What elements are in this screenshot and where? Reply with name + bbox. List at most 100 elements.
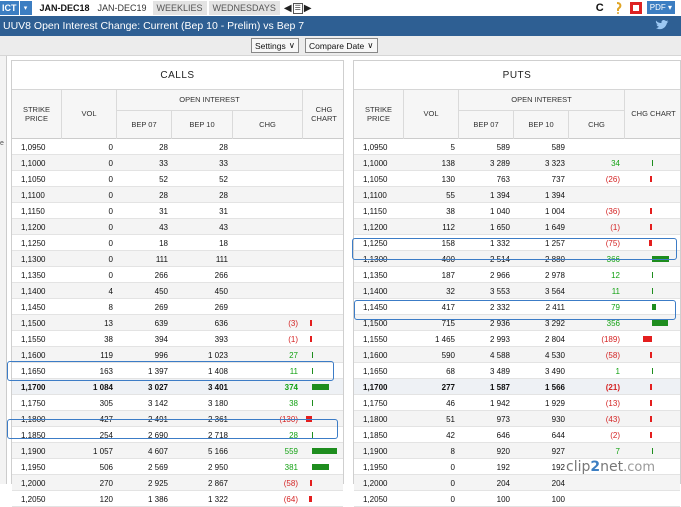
vol-cell: 187 [441, 270, 455, 280]
table-row: 1,2050 0 100 100 [354, 491, 680, 507]
chg-bar-positive [652, 320, 668, 326]
strike-cell: 1,1700 [363, 382, 388, 392]
vol-cell: 38 [446, 206, 455, 216]
table-row: 1,2050 120 1 386 1 322 (64) [12, 491, 343, 507]
bep10-cell: 450 [214, 286, 228, 296]
page-title-bar: UUV8 Open Interest Change: Current (Bep … [0, 16, 681, 36]
menu-icon[interactable]: ☰ [292, 2, 303, 14]
table-row: 1,1800 427 2 491 2 361 (130) [12, 411, 343, 427]
strike-cell: 1,1700 [21, 382, 46, 392]
pdf-button[interactable]: PDF ▾ [646, 1, 675, 14]
twitter-icon[interactable] [655, 19, 669, 34]
vol-header: VOL [403, 90, 458, 139]
bep10-cell: 636 [214, 318, 228, 328]
table-row: 1,1850 254 2 690 2 718 28 [12, 427, 343, 443]
chg-bar-negative [310, 320, 312, 326]
table-row: 1,1100 55 1 394 1 394 [354, 187, 680, 203]
bep07-cell: 1 394 [489, 190, 510, 200]
table-row: 1,1300 0 111 111 [12, 251, 343, 267]
bep10-cell: 3 490 [544, 366, 565, 376]
chg-bar-positive [312, 432, 313, 438]
bep07-cell: 2 569 [147, 462, 168, 472]
strike-cell: 1,1400 [363, 286, 388, 296]
vol-cell: 0 [450, 478, 455, 488]
table-row: 1,1650 163 1 397 1 408 11 [12, 363, 343, 379]
vol-cell: 4 [108, 286, 113, 296]
tab-jan-dec18[interactable]: JAN-DEC18 [36, 3, 94, 13]
tab-weeklies[interactable]: WEEKLIES [152, 1, 207, 15]
open-interest-header: OPEN INTEREST [458, 90, 624, 111]
vol-cell: 0 [450, 494, 455, 504]
bep07-cell: 973 [496, 414, 510, 424]
vol-cell: 38 [104, 334, 113, 344]
product-selector[interactable]: ICT [0, 1, 19, 15]
bep07-cell: 1 650 [489, 222, 510, 232]
table-row: 1,1500 13 639 636 (3) [12, 315, 343, 331]
bep10-cell: 1 408 [207, 366, 228, 376]
bep10-cell: 2 867 [207, 478, 228, 488]
bep10-cell: 3 292 [544, 318, 565, 328]
strike-cell: 1,1650 [363, 366, 388, 376]
vol-cell: 1 057 [92, 446, 113, 456]
strike-cell: 1,1450 [363, 302, 388, 312]
table-row: 1,1100 0 28 28 [12, 187, 343, 203]
vol-cell: 46 [446, 398, 455, 408]
help-icon[interactable] [611, 1, 625, 14]
chg-bar-negative [650, 400, 652, 406]
bep07-cell: 266 [154, 270, 168, 280]
product-dropdown-icon[interactable]: ▾ [19, 1, 32, 15]
tab-jan-dec19[interactable]: JAN-DEC19 [94, 3, 151, 13]
chg-cell [568, 475, 620, 491]
strike-cell: 1,1100 [21, 190, 45, 200]
prev-icon[interactable]: ◀ [284, 3, 292, 14]
vol-cell: 163 [99, 366, 113, 376]
chg-bar-positive [312, 464, 329, 470]
bep07-cell: 2 690 [147, 430, 168, 440]
chg-bar-negative [650, 224, 652, 230]
bep07-cell: 646 [496, 430, 510, 440]
chg-bar-positive [652, 160, 653, 166]
settings-label: Settings [255, 40, 286, 51]
bep10-cell: 3 401 [207, 382, 228, 392]
chg-bar-positive [312, 368, 313, 374]
vol-header: VOL [61, 90, 116, 139]
table-row: 1,1050 0 52 52 [12, 171, 343, 187]
chg-cell [232, 171, 298, 187]
vol-cell: 715 [441, 318, 455, 328]
settings-button[interactable]: Settings ∨ [251, 38, 299, 53]
bep10-cell: 1 394 [544, 190, 565, 200]
compare-date-label: Compare Date [309, 40, 365, 51]
chevron-down-icon: ∨ [367, 40, 374, 50]
chg-bar-negative [650, 208, 652, 214]
table-row: 1,1600 119 996 1 023 27 [12, 347, 343, 363]
bep10-cell: 1 004 [544, 206, 565, 216]
tab-wednesdays[interactable]: WEDNESDAYS [208, 1, 280, 15]
bep07-cell: 450 [154, 286, 168, 296]
strike-cell: 1,1150 [21, 206, 45, 216]
bep10-cell: 33 [219, 158, 228, 168]
chg-cell: 34 [611, 158, 620, 168]
chevron-down-icon: ∨ [288, 40, 295, 50]
table-row: 1,1650 68 3 489 3 490 1 [354, 363, 680, 379]
chg-bar-positive [652, 256, 669, 262]
next-icon[interactable]: ▶ [304, 3, 312, 14]
compare-date-button[interactable]: Compare Date ∨ [305, 38, 378, 53]
bep07-cell: 763 [496, 174, 510, 184]
strike-cell: 1,1050 [21, 174, 46, 184]
refresh-icon[interactable]: C [593, 1, 607, 14]
strike-cell: 1,1100 [363, 190, 387, 200]
chg-cell: (58) [605, 350, 620, 360]
vol-cell: 0 [108, 270, 113, 280]
bookmark-icon[interactable] [629, 1, 643, 14]
bep10-cell: 2 950 [207, 462, 228, 472]
bep10-cell: 31 [219, 206, 228, 216]
chg-cell: (2) [610, 430, 620, 440]
vol-cell: 8 [108, 302, 113, 312]
chg-cell: (43) [605, 414, 620, 424]
bep10-cell: 2 880 [544, 254, 565, 264]
table-row: 1,1250 158 1 332 1 257 (75) [354, 235, 680, 251]
strike-cell: 1,1000 [21, 158, 46, 168]
bep10-cell: 3 180 [207, 398, 228, 408]
vol-cell: 42 [446, 430, 455, 440]
bep10-cell: 3 564 [544, 286, 565, 296]
